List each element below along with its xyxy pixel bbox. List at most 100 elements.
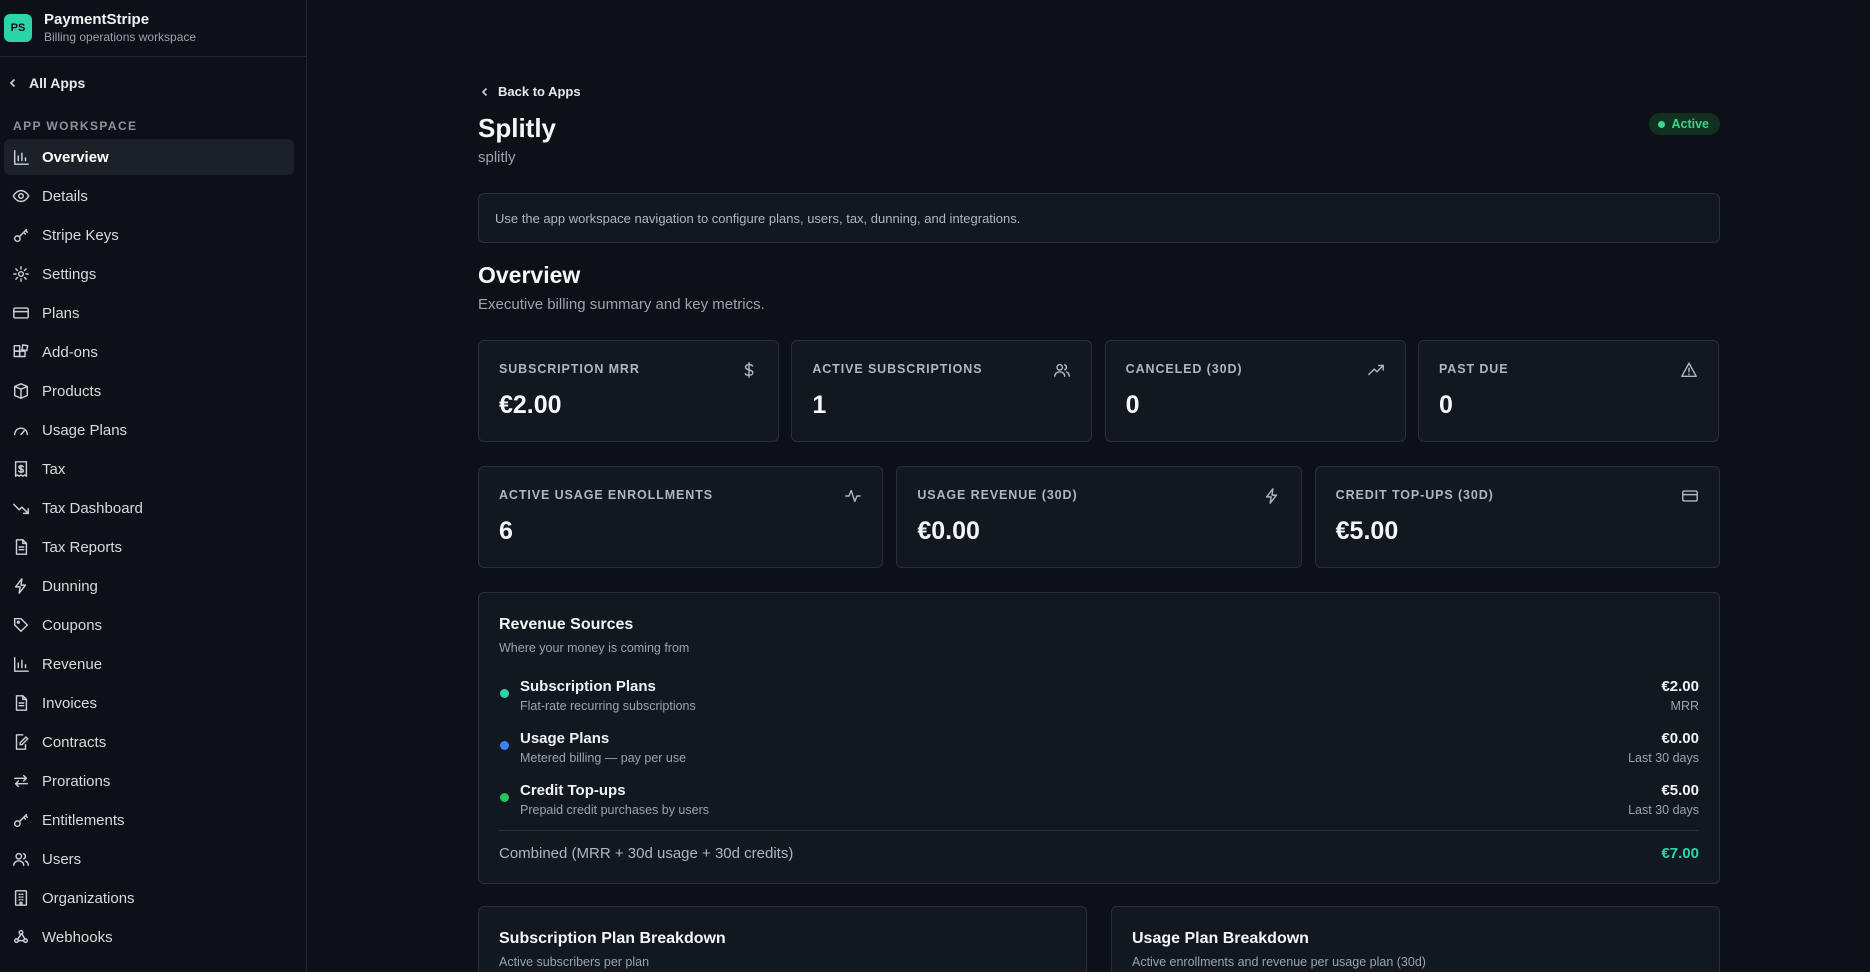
sidebar-item-details[interactable]: Details bbox=[4, 178, 294, 214]
status-label: Active bbox=[1671, 117, 1709, 131]
file-pen-icon bbox=[15, 734, 29, 750]
gauge-icon bbox=[13, 427, 29, 436]
chevron-left-icon bbox=[9, 78, 16, 88]
usage-breakdown-subtitle: Active enrollments and revenue per usage… bbox=[1132, 955, 1426, 969]
sidebar-item-invoices[interactable]: Invoices bbox=[4, 685, 294, 721]
sidebar-item-label: Contracts bbox=[42, 733, 107, 751]
sidebar-item-tax[interactable]: Tax bbox=[4, 451, 294, 487]
revenue-source-row: Subscription Plans Flat-rate recurring su… bbox=[499, 678, 1699, 722]
sidebar: PS PaymentStripe Billing operations work… bbox=[0, 0, 307, 972]
receipt-icon bbox=[14, 461, 28, 477]
sidebar-item-organizations[interactable]: Organizations bbox=[4, 880, 294, 916]
sidebar-item-label: Tax Reports bbox=[42, 538, 123, 556]
sidebar-item-label: Settings bbox=[42, 265, 97, 283]
sidebar-item-overview[interactable]: Overview bbox=[4, 139, 294, 175]
status-badge: Active bbox=[1649, 113, 1720, 135]
sidebar-item-tax-dashboard[interactable]: Tax Dashboard bbox=[4, 490, 294, 526]
metric-value: 0 bbox=[1438, 391, 1453, 419]
source-description: Flat-rate recurring subscriptions bbox=[520, 699, 696, 713]
bar-chart-icon bbox=[13, 149, 29, 165]
trending-down-icon bbox=[13, 503, 29, 515]
metric-card-canceled-30d: CANCELED (30D) 0 bbox=[1104, 340, 1406, 442]
sidebar-item-label: Plans bbox=[42, 304, 80, 322]
metric-label: PAST DUE bbox=[1438, 362, 1509, 376]
metric-card-usage-revenue-30d: USAGE REVENUE (30D) €0.00 bbox=[896, 466, 1302, 568]
source-color-dot bbox=[500, 793, 509, 802]
source-value: €2.00 bbox=[1661, 678, 1699, 695]
tag-icon bbox=[13, 617, 29, 633]
source-color-dot bbox=[500, 741, 509, 750]
back-to-apps-link[interactable]: Back to Apps bbox=[480, 84, 581, 99]
sidebar-item-label: Details bbox=[42, 187, 88, 205]
all-apps-link[interactable]: All Apps bbox=[0, 57, 306, 109]
section-label: APP WORKSPACE bbox=[13, 119, 138, 133]
sidebar-item-label: Dunning bbox=[42, 577, 98, 595]
sidebar-item-dunning[interactable]: Dunning bbox=[4, 568, 294, 604]
sidebar-item-prorations[interactable]: Prorations bbox=[4, 763, 294, 799]
package-icon bbox=[13, 383, 29, 399]
blocks-icon bbox=[13, 344, 29, 358]
revenue-sources-subtitle: Where your money is coming from bbox=[499, 641, 690, 655]
source-value: €0.00 bbox=[1661, 730, 1699, 747]
revenue-sources-title: Revenue Sources bbox=[499, 616, 634, 633]
users-icon bbox=[13, 852, 29, 867]
metric-card-subscription-mrr: SUBSCRIPTION MRR €2.00 bbox=[478, 340, 779, 442]
sidebar-item-label: Coupons bbox=[42, 616, 103, 634]
file-text-icon bbox=[15, 539, 28, 555]
sidebar-item-label: Products bbox=[42, 382, 102, 400]
brand-logo: PS bbox=[4, 14, 32, 42]
sidebar-item-usage-plans[interactable]: Usage Plans bbox=[4, 412, 294, 448]
building-icon bbox=[14, 890, 28, 906]
sidebar-item-label: Entitlements bbox=[42, 811, 125, 829]
revenue-source-row: Usage Plans Metered billing — pay per use… bbox=[499, 730, 1699, 774]
usage-breakdown-card: Usage Plan Breakdown Active enrollments … bbox=[1111, 906, 1720, 972]
sidebar-item-tax-reports[interactable]: Tax Reports bbox=[4, 529, 294, 565]
metric-value: 6 bbox=[499, 517, 513, 545]
metric-label: CREDIT TOP-UPS (30D) bbox=[1335, 488, 1494, 502]
source-name: Usage Plans bbox=[520, 730, 610, 747]
sidebar-item-plans[interactable]: Plans bbox=[4, 295, 294, 331]
sidebar-item-label: Tax Dashboard bbox=[42, 499, 143, 517]
sidebar-item-users[interactable]: Users bbox=[4, 841, 294, 877]
metric-card-active-subscriptions: ACTIVE SUBSCRIPTIONS 1 bbox=[791, 340, 1093, 442]
revenue-sources-card: Revenue Sources Where your money is comi… bbox=[478, 592, 1720, 884]
metric-value: €0.00 bbox=[917, 517, 980, 545]
status-dot bbox=[1658, 120, 1666, 128]
sidebar-item-entitlements[interactable]: Entitlements bbox=[4, 802, 294, 838]
sidebar-item-label: Users bbox=[42, 850, 82, 868]
sidebar-item-settings[interactable]: Settings bbox=[4, 256, 294, 292]
sidebar-item-contracts[interactable]: Contracts bbox=[4, 724, 294, 760]
activity-icon bbox=[845, 489, 862, 503]
metric-card-credit-top-ups-30d: CREDIT TOP-UPS (30D) €5.00 bbox=[1314, 466, 1720, 568]
zap-icon bbox=[14, 578, 27, 594]
users-icon bbox=[1054, 363, 1071, 378]
source-color-dot bbox=[500, 689, 509, 698]
sidebar-item-label: Invoices bbox=[42, 694, 98, 712]
metric-card-past-due: PAST DUE 0 bbox=[1417, 340, 1719, 442]
metric-label: USAGE REVENUE (30D) bbox=[917, 488, 1078, 502]
usage-breakdown-title: Usage Plan Breakdown bbox=[1132, 930, 1309, 947]
sidebar-item-label: Usage Plans bbox=[42, 421, 128, 439]
metric-value: 1 bbox=[812, 391, 827, 419]
sidebar-item-add-ons[interactable]: Add-ons bbox=[4, 334, 294, 370]
combined-value: €7.00 bbox=[1661, 845, 1699, 862]
metric-label: ACTIVE USAGE ENROLLMENTS bbox=[499, 488, 713, 502]
sidebar-item-products[interactable]: Products bbox=[4, 373, 294, 409]
sidebar-item-webhooks[interactable]: Webhooks bbox=[4, 919, 294, 955]
sidebar-item-coupons[interactable]: Coupons bbox=[4, 607, 294, 643]
divider bbox=[499, 830, 1699, 831]
source-period: Last 30 days bbox=[1628, 803, 1699, 817]
brand-header[interactable]: PS PaymentStripe Billing operations work… bbox=[0, 0, 306, 57]
sidebar-item-revenue[interactable]: Revenue bbox=[4, 646, 294, 682]
metric-value: €2.00 bbox=[499, 391, 562, 419]
gear-icon bbox=[13, 266, 29, 282]
sidebar-item-stripe-keys[interactable]: Stripe Keys bbox=[4, 217, 294, 253]
brand-subtitle: Billing operations workspace bbox=[44, 30, 197, 44]
source-description: Metered billing — pay per use bbox=[520, 751, 687, 765]
warning-icon bbox=[1681, 362, 1697, 378]
metric-label: SUBSCRIPTION MRR bbox=[499, 362, 640, 376]
credit-card-icon bbox=[13, 307, 29, 319]
combined-label: Combined (MRR + 30d usage + 30d credits) bbox=[499, 845, 794, 862]
overview-subtitle: Executive billing summary and key metric… bbox=[478, 296, 765, 313]
chevron-left-icon bbox=[481, 87, 488, 96]
